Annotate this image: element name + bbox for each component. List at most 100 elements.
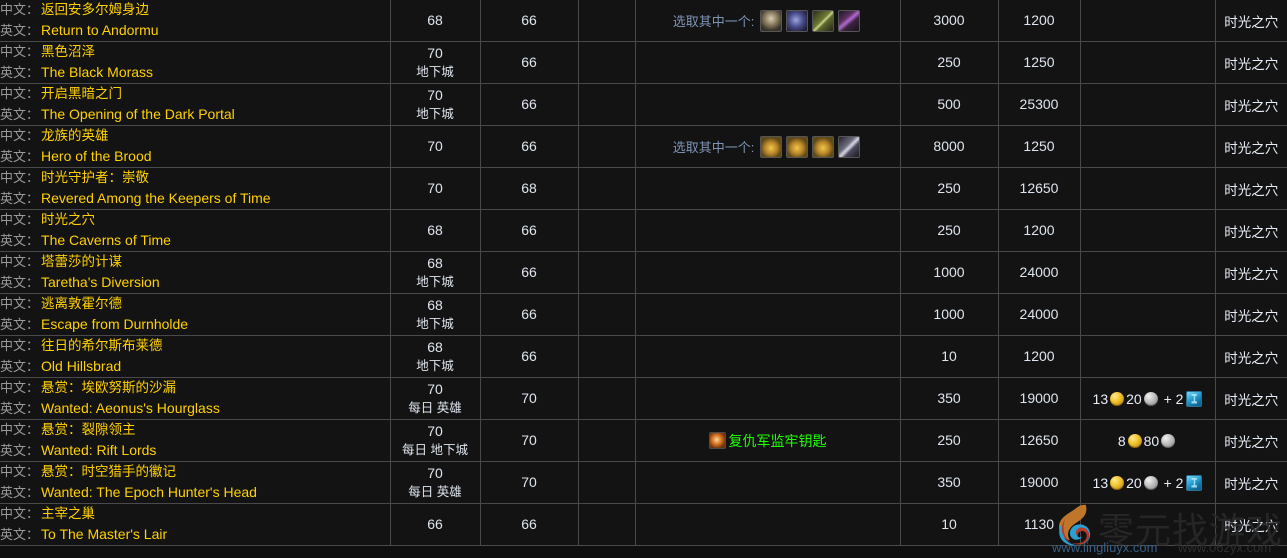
quest-name-cell[interactable]: 中文： 悬赏：埃欧努斯的沙漏 英文： Wanted: Aeonus's Hourgla… bbox=[0, 377, 391, 420]
reward-item-icon-1[interactable] bbox=[760, 135, 783, 158]
reward-cell bbox=[635, 503, 901, 546]
quest-name-english-line: 英文： Escape from Durnholde bbox=[0, 314, 390, 335]
quest-name-chinese[interactable]: 悬赏：埃欧努斯的沙漏 bbox=[41, 380, 176, 395]
reward-cell bbox=[635, 167, 901, 210]
reward-item-icon-4[interactable] bbox=[838, 135, 861, 158]
quest-level-cell: 70 每日 英雄 bbox=[390, 377, 481, 420]
quest-name-cell[interactable]: 中文： 时光守护者：崇敬 英文： Revered Among the Keepers … bbox=[0, 167, 391, 210]
quest-name-english[interactable]: Return to Andormu bbox=[41, 22, 159, 38]
quest-name-chinese[interactable]: 龙族的英雄 bbox=[41, 128, 109, 143]
reward-item-icon-1[interactable] bbox=[760, 9, 783, 32]
quest-name-english-line: 英文： The Opening of the Dark Portal bbox=[0, 104, 390, 125]
quest-name-chinese[interactable]: 黑色沼泽 bbox=[41, 44, 95, 59]
quest-name-chinese[interactable]: 往日的希尔斯布莱德 bbox=[41, 338, 163, 353]
zone-cell[interactable]: 时光之穴 bbox=[1215, 293, 1287, 336]
badge-of-justice-icon[interactable] bbox=[1186, 390, 1203, 407]
zone-cell[interactable]: 时光之穴 bbox=[1215, 83, 1287, 126]
quest-name-english[interactable]: Hero of the Brood bbox=[41, 148, 152, 164]
zone-cell[interactable]: 时光之穴 bbox=[1215, 0, 1287, 42]
quest-name-cell[interactable]: 中文： 龙族的英雄 英文： Hero of the Brood bbox=[0, 125, 391, 168]
quest-name-chinese[interactable]: 主宰之巢 bbox=[41, 506, 95, 521]
reward-item-icon-4[interactable] bbox=[838, 9, 861, 32]
chinese-label: 中文： bbox=[0, 212, 40, 227]
zone-name[interactable]: 时光之穴 bbox=[1224, 99, 1278, 114]
zone-cell[interactable]: 时光之穴 bbox=[1215, 377, 1287, 420]
zone-name[interactable]: 时光之穴 bbox=[1224, 351, 1278, 366]
quest-name-english[interactable]: Old Hillsbrad bbox=[41, 358, 121, 374]
gold-amount: 8 bbox=[1117, 432, 1126, 449]
quest-level-value: 68 bbox=[427, 254, 443, 271]
reward-item-icon-2[interactable] bbox=[786, 135, 809, 158]
zone-name[interactable]: 时光之穴 bbox=[1224, 225, 1278, 240]
quest-name-cell[interactable]: 中文： 开启黑暗之门 英文： The Opening of the Dark Port… bbox=[0, 83, 391, 126]
zone-cell[interactable]: 时光之穴 bbox=[1215, 419, 1287, 462]
quest-name-english[interactable]: Wanted: Aeonus's Hourglass bbox=[41, 400, 220, 416]
experience-cell: 1200 bbox=[998, 0, 1081, 42]
quest-name-cell[interactable]: 中文： 返回安多尔姆身边 英文： Return to Andormu bbox=[0, 0, 391, 42]
quest-level-value: 70 bbox=[427, 380, 443, 397]
quest-name-english[interactable]: To The Master's Lair bbox=[41, 526, 167, 542]
quest-name-english[interactable]: The Opening of the Dark Portal bbox=[41, 106, 235, 122]
quest-name-chinese[interactable]: 悬赏：裂隙领主 bbox=[41, 422, 136, 437]
zone-cell[interactable]: 时光之穴 bbox=[1215, 503, 1287, 546]
zone-name[interactable]: 时光之穴 bbox=[1224, 309, 1278, 324]
reputation-value: 350 bbox=[937, 390, 961, 406]
quest-name-english[interactable]: Revered Among the Keepers of Time bbox=[41, 190, 271, 206]
quest-name-english[interactable]: Wanted: The Epoch Hunter's Head bbox=[41, 484, 257, 500]
quest-type-tag: 地下城 bbox=[416, 274, 454, 289]
zone-cell[interactable]: 时光之穴 bbox=[1215, 335, 1287, 378]
quest-name-cell[interactable]: 中文： 逃离敦霍尔德 英文： Escape from Durnholde bbox=[0, 293, 391, 336]
zone-cell[interactable]: 时光之穴 bbox=[1215, 125, 1287, 168]
badge-of-justice-icon[interactable] bbox=[1186, 474, 1203, 491]
zone-cell[interactable]: 时光之穴 bbox=[1215, 209, 1287, 252]
zone-cell[interactable]: 时光之穴 bbox=[1215, 461, 1287, 504]
quest-type-tag: 地下城 bbox=[416, 106, 454, 121]
chinese-label: 中文： bbox=[0, 380, 40, 395]
quest-name-chinese[interactable]: 开启黑暗之门 bbox=[41, 86, 122, 101]
quest-name-cell[interactable]: 中文： 往日的希尔斯布莱德 英文： Old Hillsbrad bbox=[0, 335, 391, 378]
quest-name-english[interactable]: Wanted: Rift Lords bbox=[41, 442, 156, 458]
quest-name-chinese[interactable]: 时光之穴 bbox=[41, 212, 95, 227]
quest-name-chinese[interactable]: 时光守护者：崇敬 bbox=[41, 170, 149, 185]
zone-name[interactable]: 时光之穴 bbox=[1224, 57, 1278, 72]
quest-name-cell[interactable]: 中文： 时光之穴 英文： The Caverns of Time bbox=[0, 209, 391, 252]
reward-item-icon-2[interactable] bbox=[786, 9, 809, 32]
reward-item-icon-3[interactable] bbox=[812, 9, 835, 32]
zone-name[interactable]: 时光之穴 bbox=[1224, 183, 1278, 198]
quest-name-chinese[interactable]: 塔蕾莎的计谋 bbox=[41, 254, 122, 269]
quest-name-cell[interactable]: 中文： 主宰之巢 英文： To The Master's Lair bbox=[0, 503, 391, 546]
quest-name-english[interactable]: Taretha's Diversion bbox=[41, 274, 160, 290]
quest-name-english[interactable]: Escape from Durnholde bbox=[41, 316, 188, 332]
quest-name-english-line: 英文： Wanted: Rift Lords bbox=[0, 440, 390, 461]
reward-item-icon-3[interactable] bbox=[812, 135, 835, 158]
zone-cell[interactable]: 时光之穴 bbox=[1215, 251, 1287, 294]
zone-name[interactable]: 时光之穴 bbox=[1224, 267, 1278, 282]
reward-cell: 选取其中一个: bbox=[635, 0, 901, 42]
quest-name-cell[interactable]: 中文： 塔蕾莎的计谋 英文： Taretha's Diversion bbox=[0, 251, 391, 294]
quest-name-cell[interactable]: 中文： 悬赏：裂隙领主 英文： Wanted: Rift Lords bbox=[0, 419, 391, 462]
zone-name[interactable]: 时光之穴 bbox=[1224, 393, 1278, 408]
quest-type-tag: 地下城 bbox=[416, 64, 454, 79]
quest-name-english[interactable]: The Black Morass bbox=[41, 64, 153, 80]
quest-name-cell[interactable]: 中文： 黑色沼泽 英文： The Black Morass bbox=[0, 41, 391, 84]
zone-name[interactable]: 时光之穴 bbox=[1224, 435, 1278, 450]
experience-cell: 1130 bbox=[998, 503, 1081, 546]
quest-name-chinese[interactable]: 返回安多尔姆身边 bbox=[41, 2, 149, 17]
zone-cell[interactable]: 时光之穴 bbox=[1215, 167, 1287, 210]
reputation-cell: 250 bbox=[900, 41, 999, 84]
reputation-value: 3000 bbox=[933, 12, 965, 28]
zone-cell[interactable]: 时光之穴 bbox=[1215, 41, 1287, 84]
quest-name-chinese[interactable]: 逃离敦霍尔德 bbox=[41, 296, 122, 311]
required-item-link[interactable]: 复仇军监牢钥匙 bbox=[729, 433, 827, 449]
required-item-icon[interactable] bbox=[708, 432, 726, 449]
zone-name[interactable]: 时光之穴 bbox=[1224, 141, 1278, 156]
chinese-label: 中文： bbox=[0, 338, 40, 353]
quest-level-cell: 70 地下城 bbox=[390, 83, 481, 126]
zone-name[interactable]: 时光之穴 bbox=[1224, 477, 1278, 492]
quest-name-cell[interactable]: 中文： 悬赏：时空猎手的徽记 英文： Wanted: The Epoch Hunter… bbox=[0, 461, 391, 504]
zone-name[interactable]: 时光之穴 bbox=[1224, 15, 1278, 30]
quest-name-english[interactable]: The Caverns of Time bbox=[41, 232, 171, 248]
zone-name[interactable]: 时光之穴 bbox=[1224, 519, 1278, 534]
money-reward-cell bbox=[1080, 167, 1216, 210]
quest-name-chinese[interactable]: 悬赏：时空猎手的徽记 bbox=[41, 464, 176, 479]
